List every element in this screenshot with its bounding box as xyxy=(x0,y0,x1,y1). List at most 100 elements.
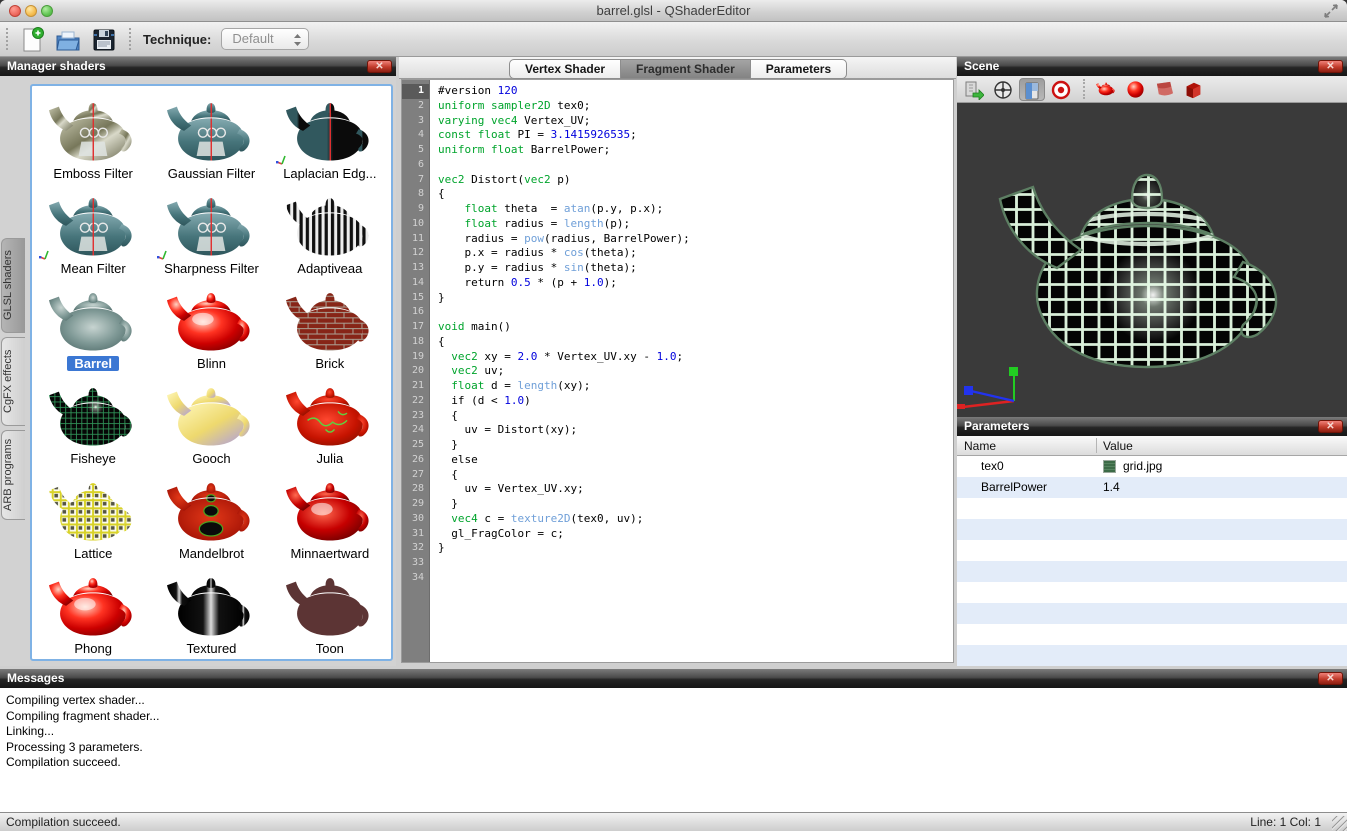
manager-tab-cgfx-effects[interactable]: CgFX effects xyxy=(1,337,25,426)
shader-list[interactable]: Emboss Filter Gaussian FilterLaplacian Ed… xyxy=(30,84,393,661)
parameters-panel: Parameters ✕ Name Value tex0 grid.jpg Ba… xyxy=(957,417,1347,666)
shader-label: Textured xyxy=(187,641,237,656)
code-line: vec4 c = texture2D(tex0, uv); xyxy=(431,512,953,527)
target-view-button[interactable] xyxy=(1048,78,1074,101)
column-name: Name xyxy=(964,436,996,456)
shader-thumbnail-minnaertward[interactable]: Minnaertward xyxy=(271,468,389,563)
tab-fragment-shader[interactable]: Fragment Shader xyxy=(620,59,751,79)
parameters-rows: tex0 grid.jpg BarrelPower 1.4 xyxy=(957,456,1347,666)
shader-thumbnail-sharpness-filter[interactable]: Sharpness Filter xyxy=(152,183,270,278)
line-number: 7 xyxy=(402,173,429,188)
new-file-icon xyxy=(18,26,46,54)
code-line: p.x = radius * cos(theta); xyxy=(431,246,953,261)
manager-close-icon[interactable]: ✕ xyxy=(367,60,392,73)
tab-parameters[interactable]: Parameters xyxy=(750,59,847,79)
primitive-teapot-button[interactable] xyxy=(1093,78,1119,101)
technique-dropdown[interactable]: Default xyxy=(221,28,309,50)
shader-thumbnail-barrel[interactable]: Barrel xyxy=(34,278,152,373)
shader-thumbnail-toon[interactable]: Toon xyxy=(271,563,389,658)
parameter-value: 1.4 xyxy=(1103,477,1120,498)
shader-label: Fisheye xyxy=(70,451,116,466)
teapot-preview-icon xyxy=(161,380,261,450)
shader-thumbnail-emboss-filter[interactable]: Emboss Filter xyxy=(34,88,152,183)
new-file-button[interactable] xyxy=(17,25,47,53)
parameter-row[interactable]: tex0 grid.jpg xyxy=(957,456,1347,477)
teapot-preview-icon xyxy=(280,570,380,640)
shader-thumbnail-laplacian-edg[interactable]: Laplacian Edg... xyxy=(271,88,389,183)
column-divider[interactable] xyxy=(1096,438,1097,453)
technique-value: Default xyxy=(232,31,273,46)
code-line: float theta = atan(p.y, p.x); xyxy=(431,202,953,217)
shader-label: Minnaertward xyxy=(290,546,369,561)
export-scene-button[interactable] xyxy=(961,78,987,101)
mini-axes-icon xyxy=(38,248,51,261)
shader-label: Emboss Filter xyxy=(53,166,132,181)
texture-view-button[interactable] xyxy=(1019,78,1045,101)
teapot-preview-icon xyxy=(43,95,143,165)
toolbar-drag-handle[interactable] xyxy=(6,28,10,50)
app-window: barrel.glsl - QShaderEditor xyxy=(0,0,1347,831)
line-number: 27 xyxy=(402,468,429,483)
scene-toolbar xyxy=(957,76,1347,103)
code-line: } xyxy=(431,438,953,453)
messages-log: Compiling vertex shader... Compiling fra… xyxy=(0,688,1347,812)
primitive-sphere-button[interactable] xyxy=(1122,78,1148,101)
shader-thumbnail-lattice[interactable]: Lattice xyxy=(34,468,152,563)
fullscreen-icon[interactable] xyxy=(1323,3,1339,19)
primitive-plane-button[interactable] xyxy=(1151,78,1177,101)
manager-panel-title: Manager shaders xyxy=(7,59,106,73)
export-icon xyxy=(964,80,984,100)
shader-thumbnail-blinn[interactable]: Blinn xyxy=(152,278,270,373)
manager-tab-arb-programs[interactable]: ARB programs xyxy=(1,430,25,520)
shader-thumbnail-julia[interactable]: Julia xyxy=(271,373,389,468)
dropdown-arrows-icon xyxy=(293,33,302,47)
code-line: uv = Distort(xy); xyxy=(431,423,953,438)
message-line: Compilation succeed. xyxy=(6,755,1347,771)
line-number: 30 xyxy=(402,512,429,527)
code-line: } xyxy=(431,541,953,556)
line-number: 28 xyxy=(402,482,429,497)
save-file-button[interactable] xyxy=(89,25,119,53)
message-line: Compiling vertex shader... xyxy=(6,693,1347,709)
code-line: #version 120 xyxy=(431,84,953,99)
shader-label: Blinn xyxy=(197,356,226,371)
shader-thumbnail-gaussian-filter[interactable]: Gaussian Filter xyxy=(152,88,270,183)
resize-grip[interactable] xyxy=(1332,816,1347,831)
parameters-close-icon[interactable]: ✕ xyxy=(1318,420,1343,433)
shader-thumbnail-textured[interactable]: Textured xyxy=(152,563,270,658)
code-line: return 0.5 * (p + 1.0); xyxy=(431,276,953,291)
shader-label: Toon xyxy=(316,641,344,656)
line-number: 25 xyxy=(402,438,429,453)
shader-thumbnail-gooch[interactable]: Gooch xyxy=(152,373,270,468)
manager-tab-glsl-shaders[interactable]: GLSL shaders xyxy=(1,238,25,333)
line-number: 16 xyxy=(402,305,429,320)
scene-viewport[interactable] xyxy=(957,103,1347,417)
shader-grid: Emboss Filter Gaussian FilterLaplacian Ed… xyxy=(34,88,389,658)
primitive-cube-button[interactable] xyxy=(1180,78,1206,101)
shader-thumbnail-mean-filter[interactable]: Mean Filter xyxy=(34,183,152,278)
pan-view-button[interactable] xyxy=(990,78,1016,101)
line-number: 10 xyxy=(402,217,429,232)
open-file-button[interactable] xyxy=(53,25,83,53)
teapot-preview-icon xyxy=(280,380,380,450)
shader-thumbnail-mandelbrot[interactable]: Mandelbrot xyxy=(152,468,270,563)
shader-thumbnail-brick[interactable]: Brick xyxy=(271,278,389,373)
shader-thumbnail-fisheye[interactable]: Fisheye xyxy=(34,373,152,468)
messages-close-icon[interactable]: ✕ xyxy=(1318,672,1343,685)
scene-close-icon[interactable]: ✕ xyxy=(1318,60,1343,73)
code-line: vec2 xy = 2.0 * Vertex_UV.xy - 1.0; xyxy=(431,350,953,365)
code-editor[interactable]: 1234567891011121314151617181920212223242… xyxy=(401,79,954,663)
parameter-row[interactable]: BarrelPower 1.4 xyxy=(957,477,1347,498)
status-bar: Compilation succeed. Line: 1 Col: 1 xyxy=(0,812,1347,831)
code-line: void main() xyxy=(431,320,953,335)
shader-label: Mean Filter xyxy=(61,261,126,276)
shader-thumbnail-phong[interactable]: Phong xyxy=(34,563,152,658)
parameters-column-header[interactable]: Name Value xyxy=(957,436,1347,456)
shader-thumbnail-adaptiveaa[interactable]: Adaptiveaa xyxy=(271,183,389,278)
message-line: Linking... xyxy=(6,724,1347,740)
shader-label: Lattice xyxy=(74,546,112,561)
code-line: } xyxy=(431,497,953,512)
code-line: uniform sampler2D tex0; xyxy=(431,99,953,114)
sphere-primitive-icon xyxy=(1126,80,1145,99)
tab-vertex-shader[interactable]: Vertex Shader xyxy=(509,59,621,79)
